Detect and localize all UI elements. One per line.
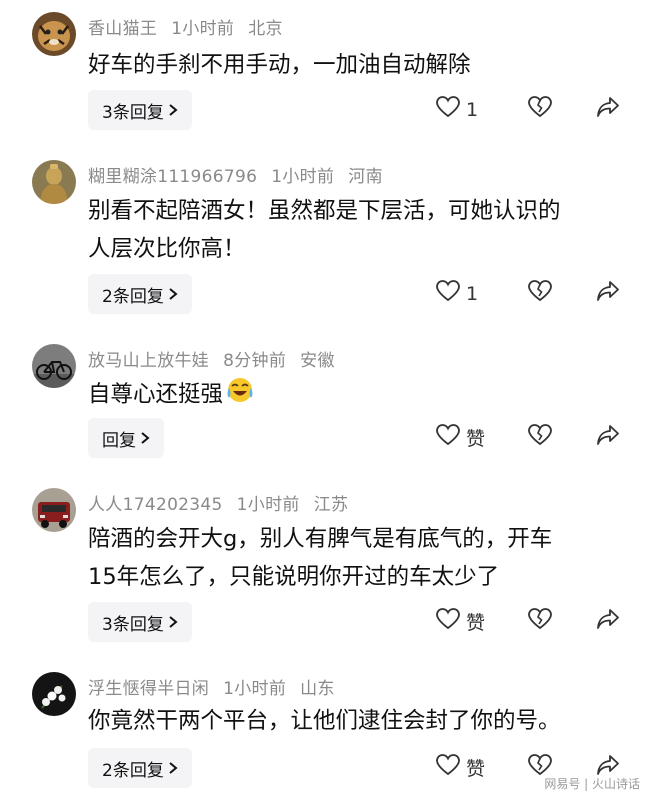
timestamp: 1小时前 <box>271 167 335 187</box>
like-button[interactable]: 1 <box>436 96 478 123</box>
like-count: 1 <box>466 282 479 305</box>
like-label: 赞 <box>466 612 486 634</box>
like-button[interactable]: 赞 <box>436 608 485 635</box>
share-arrow-icon <box>596 608 620 635</box>
username[interactable]: 糊里糊涂111966796 <box>88 167 257 187</box>
comment-line: 陪酒的会开大g，别人有脾气是有底气的，开车 <box>88 526 553 552</box>
comment-actions: 赞 <box>0 608 652 638</box>
like-count: 1 <box>466 98 479 121</box>
broken-heart-icon <box>528 280 552 307</box>
broken-heart-icon <box>528 608 552 635</box>
username[interactable]: 人人174202345 <box>88 495 223 515</box>
avatar[interactable] <box>32 12 76 56</box>
comment-line: 你竟然干两个平台，让他们逮住会封了你的号。 <box>88 708 561 734</box>
like-button[interactable]: 赞 <box>436 754 485 781</box>
share-button[interactable] <box>596 424 620 451</box>
location: 山东 <box>300 679 335 699</box>
dislike-button[interactable] <box>528 96 552 123</box>
watermark: 网易号 | 火山诗话 <box>544 777 640 791</box>
share-arrow-icon <box>596 96 620 123</box>
location: 北京 <box>248 19 283 39</box>
comment-text: 陪酒的会开大g，别人有脾气是有底气的，开车 15年怎么了，只能说明你开过的车太少… <box>88 520 628 596</box>
timestamp: 1小时前 <box>223 679 287 699</box>
comment-text: 自尊心还挺强 <box>88 374 628 416</box>
heart-icon <box>436 96 460 123</box>
heart-icon <box>436 608 460 635</box>
share-arrow-icon <box>596 424 620 451</box>
like-label: 赞 <box>466 428 486 450</box>
comment-line: 好车的手刹不用手动，一加油自动解除 <box>88 52 471 78</box>
comment-meta: 香山猫王 1小时前 北京 <box>88 14 297 39</box>
laughing-crying-emoji-icon <box>225 374 255 416</box>
share-button[interactable] <box>596 280 620 307</box>
comment-meta: 糊里糊涂111966796 1小时前 河南 <box>88 162 397 187</box>
like-label: 赞 <box>466 758 486 780</box>
dislike-button[interactable] <box>528 280 552 307</box>
dislike-button[interactable] <box>528 424 552 451</box>
timestamp: 8分钟前 <box>223 351 287 371</box>
like-button[interactable]: 1 <box>436 280 478 307</box>
location: 河南 <box>348 167 383 187</box>
flowers-avatar-icon <box>32 672 76 716</box>
location: 江苏 <box>313 495 349 515</box>
heart-icon <box>436 280 460 307</box>
broken-heart-icon <box>528 96 552 123</box>
comment-text: 好车的手刹不用手动，一加油自动解除 <box>88 46 628 84</box>
dislike-button[interactable] <box>528 608 552 635</box>
comment-meta: 人人174202345 1小时前 江苏 <box>88 490 362 515</box>
avatar[interactable] <box>32 160 76 204</box>
comment-actions: 赞 <box>0 424 652 454</box>
username[interactable]: 放马山上放牛娃 <box>88 351 209 371</box>
heart-icon <box>436 754 460 781</box>
broken-heart-icon <box>528 424 552 451</box>
share-arrow-icon <box>596 280 620 307</box>
comment-line: 15年怎么了，只能说明你开过的车太少了 <box>88 564 500 590</box>
avatar[interactable] <box>32 488 76 532</box>
username[interactable]: 香山猫王 <box>88 19 157 39</box>
comment-line: 人层次比你高！ <box>88 236 246 262</box>
comment-meta: 放马山上放牛娃 8分钟前 安徽 <box>88 346 349 371</box>
like-button[interactable]: 赞 <box>436 424 485 451</box>
bicycle-avatar-icon <box>32 344 76 388</box>
statue-avatar-icon <box>32 160 76 204</box>
comment-text: 别看不起陪酒女！虽然都是下层活，可她认识的 人层次比你高！ <box>88 192 628 268</box>
comment-actions: 1 <box>0 96 652 126</box>
avatar[interactable] <box>32 672 76 716</box>
username[interactable]: 浮生惬得半日闲 <box>88 679 209 699</box>
comment-line: 自尊心还挺强 <box>88 381 224 408</box>
location: 安徽 <box>300 351 335 371</box>
comment-actions: 1 <box>0 280 652 310</box>
timestamp: 1小时前 <box>236 495 300 515</box>
suv-avatar-icon <box>32 488 76 532</box>
timestamp: 1小时前 <box>171 19 235 39</box>
comment-meta: 浮生惬得半日闲 1小时前 山东 <box>88 674 349 699</box>
share-button[interactable] <box>596 608 620 635</box>
avatar[interactable] <box>32 344 76 388</box>
comment-line: 别看不起陪酒女！虽然都是下层活，可她认识的 <box>88 198 561 224</box>
tiger-avatar-icon <box>32 12 76 56</box>
share-button[interactable] <box>596 96 620 123</box>
comment-text: 你竟然干两个平台，让他们逮住会封了你的号。 <box>88 702 628 740</box>
heart-icon <box>436 424 460 451</box>
